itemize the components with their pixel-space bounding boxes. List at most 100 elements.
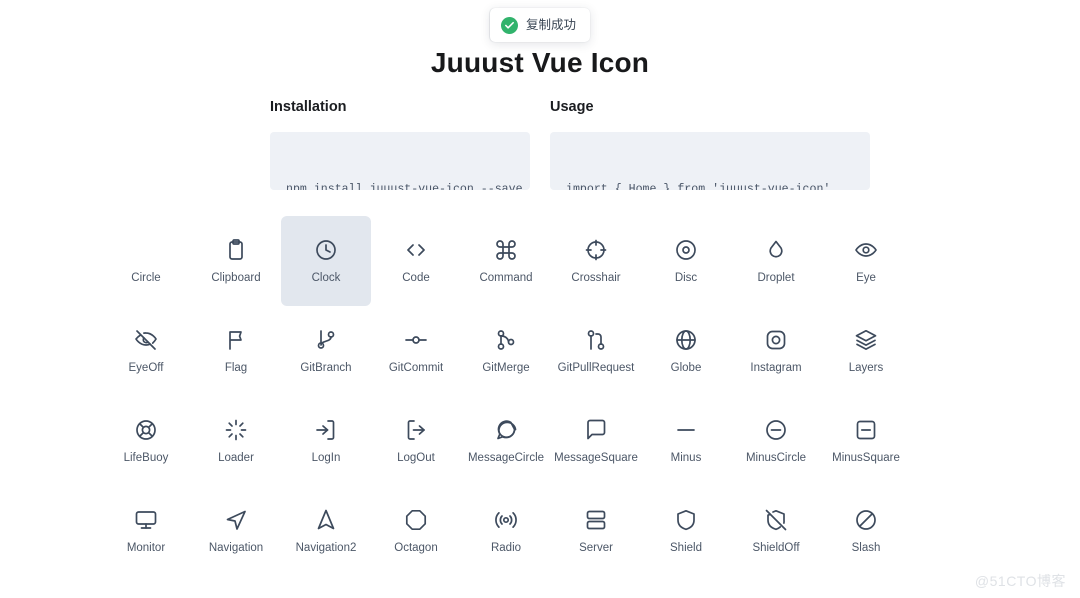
icon-label: Command xyxy=(479,272,533,284)
icon-cell-partial[interactable] xyxy=(371,576,461,598)
octagon-icon xyxy=(403,507,429,533)
icon-label: Navigation2 xyxy=(295,542,357,554)
icon-label: MinusCircle xyxy=(745,452,807,464)
eye-off-icon xyxy=(133,327,159,353)
icon-label: Globe xyxy=(670,362,702,374)
icon-cell-partial[interactable] xyxy=(461,576,551,598)
loader-icon xyxy=(223,417,249,443)
icon-cell-navigation2[interactable]: Navigation2 xyxy=(281,486,371,576)
icon-label: Crosshair xyxy=(571,272,621,284)
icon-label: Clipboard xyxy=(211,272,261,284)
disc-icon xyxy=(673,237,699,263)
code-line: import { Home } from 'juuust-vue-icon' xyxy=(566,183,831,190)
icon-cell-droplet[interactable]: Droplet xyxy=(731,216,821,306)
icon-cell-instagram[interactable]: Instagram xyxy=(731,306,821,396)
icon-cell-gitcommit[interactable]: GitCommit xyxy=(371,306,461,396)
icon-cell-monitor[interactable]: Monitor xyxy=(101,486,191,576)
docs-sections: Installation npm install juuust-vue-icon… xyxy=(270,98,1080,190)
icon-cell-gitbranch[interactable]: GitBranch xyxy=(281,306,371,396)
server-icon xyxy=(583,507,609,533)
copy-success-toast: 复制成功 xyxy=(489,8,591,42)
globe-icon xyxy=(673,327,699,353)
icon-cell-minuscircle[interactable]: MinusCircle xyxy=(731,396,821,486)
icon-cell-code[interactable]: Code xyxy=(371,216,461,306)
minus-square-icon xyxy=(853,417,879,443)
code-icon xyxy=(403,237,429,263)
git-pull-request-icon xyxy=(583,327,609,353)
git-merge-icon xyxy=(493,327,519,353)
icon-cell-partial[interactable] xyxy=(731,576,821,598)
icon-label: Radio xyxy=(490,542,522,554)
icon-cell-radio[interactable]: Radio xyxy=(461,486,551,576)
icon-cell-octagon[interactable]: Octagon xyxy=(371,486,461,576)
icon-cell-minussquare[interactable]: MinusSquare xyxy=(821,396,911,486)
droplet-icon xyxy=(763,237,789,263)
icon-cell-disc[interactable]: Disc xyxy=(641,216,731,306)
icon-label: GitPullRequest xyxy=(557,362,635,374)
icon-cell-eye[interactable]: Eye xyxy=(821,216,911,306)
usage-code-block[interactable]: import { Home } from 'juuust-vue-icon' <… xyxy=(550,132,870,190)
icon-cell-minus[interactable]: Minus xyxy=(641,396,731,486)
icon-label: LifeBuoy xyxy=(123,452,169,464)
installation-code-block[interactable]: npm install juuust-vue-icon --save yarn … xyxy=(270,132,530,190)
minus-icon xyxy=(673,417,699,443)
icon-label: Navigation xyxy=(208,542,264,554)
icon-cell-partial[interactable] xyxy=(281,576,371,598)
icon-cell-crosshair[interactable]: Crosshair xyxy=(551,216,641,306)
icon-cell-shieldoff[interactable]: ShieldOff xyxy=(731,486,821,576)
icon-grid: Circle Clipboard Clock Code Command Crosshair… xyxy=(101,216,1001,598)
shield-off-icon xyxy=(763,507,789,533)
icon-cell-partial[interactable] xyxy=(191,576,281,598)
icon-cell-login[interactable]: LogIn xyxy=(281,396,371,486)
icon-label: Instagram xyxy=(750,362,802,374)
icon-label: ShieldOff xyxy=(752,542,800,554)
icon-label: LogOut xyxy=(397,452,435,464)
page-root: 复制成功 Juuust Vue Icon Installation npm in… xyxy=(0,0,1080,598)
icon-label: Droplet xyxy=(757,272,795,284)
icon-label: Layers xyxy=(848,362,884,374)
icon-cell-command[interactable]: Command xyxy=(461,216,551,306)
icon-cell-messagecircle[interactable]: MessageCircle xyxy=(461,396,551,486)
icon-cell-partial[interactable] xyxy=(551,576,641,598)
icon-label: Eye xyxy=(856,272,876,284)
icon-cell-slash[interactable]: Slash xyxy=(821,486,911,576)
layers-icon xyxy=(853,327,879,353)
icon-cell-circle[interactable]: Circle xyxy=(101,216,191,306)
icon-label: Flag xyxy=(224,362,248,374)
installation-section: Installation npm install juuust-vue-icon… xyxy=(270,98,530,190)
log-out-icon xyxy=(403,417,429,443)
icon-cell-shield[interactable]: Shield xyxy=(641,486,731,576)
icon-cell-eyeoff[interactable]: EyeOff xyxy=(101,306,191,396)
icon-cell-flag[interactable]: Flag xyxy=(191,306,281,396)
usage-heading: Usage xyxy=(550,99,594,115)
icon-cell-lifebuoy[interactable]: LifeBuoy xyxy=(101,396,191,486)
icon-cell-gitpullrequest[interactable]: GitPullRequest xyxy=(551,306,641,396)
icon-cell-partial[interactable] xyxy=(641,576,731,598)
check-circle-icon xyxy=(500,16,518,34)
icon-label: GitBranch xyxy=(300,362,352,374)
clock-icon xyxy=(313,237,339,263)
slash-icon xyxy=(853,507,879,533)
icon-label: Minus xyxy=(670,452,702,464)
icon-cell-gitmerge[interactable]: GitMerge xyxy=(461,306,551,396)
icon-cell-clipboard[interactable]: Clipboard xyxy=(191,216,281,306)
icon-cell-server[interactable]: Server xyxy=(551,486,641,576)
flag-icon xyxy=(223,327,249,353)
icon-cell-navigation[interactable]: Navigation xyxy=(191,486,281,576)
icon-cell-loader[interactable]: Loader xyxy=(191,396,281,486)
message-circle-icon xyxy=(493,417,519,443)
icon-cell-logout[interactable]: LogOut xyxy=(371,396,461,486)
icon-cell-clock[interactable]: Clock xyxy=(281,216,371,306)
icon-cell-partial[interactable] xyxy=(821,576,911,598)
installation-heading: Installation xyxy=(270,99,347,115)
icon-label: Shield xyxy=(670,542,702,554)
icon-label: Slash xyxy=(851,542,881,554)
icon-cell-messagesquare[interactable]: MessageSquare xyxy=(551,396,641,486)
radio-icon xyxy=(493,507,519,533)
icon-cell-globe[interactable]: Globe xyxy=(641,306,731,396)
icon-label: Server xyxy=(579,542,613,554)
icon-cell-partial[interactable] xyxy=(101,576,191,598)
icon-label: GitMerge xyxy=(482,362,530,374)
icon-cell-layers[interactable]: Layers xyxy=(821,306,911,396)
icon-label: Loader xyxy=(218,452,254,464)
